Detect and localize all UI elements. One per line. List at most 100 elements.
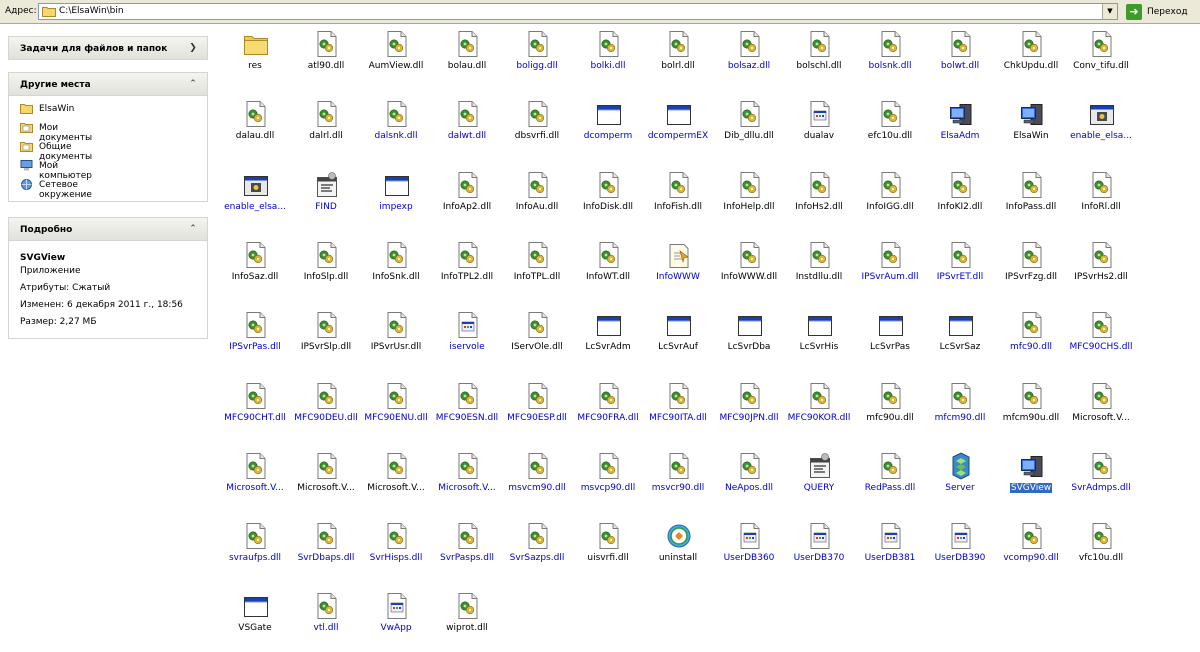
file-item[interactable]: UserDB381 xyxy=(855,520,925,582)
file-item[interactable]: dualav xyxy=(784,98,854,160)
file-item[interactable]: enable_elsa... xyxy=(220,169,290,231)
file-item[interactable]: MFC90FRA.dll xyxy=(573,380,643,442)
file-item[interactable]: atl90.dll xyxy=(291,28,361,90)
file-item[interactable]: ElsaWin xyxy=(996,98,1066,160)
file-item[interactable]: VSGate xyxy=(220,590,290,652)
file-item[interactable]: VwApp xyxy=(361,590,431,652)
file-item[interactable]: wiprot.dll xyxy=(432,590,502,652)
file-item[interactable]: Microsoft.V... xyxy=(1066,380,1136,442)
file-item[interactable]: SvrHisps.dll xyxy=(361,520,431,582)
file-item[interactable]: dalsnk.dll xyxy=(361,98,431,160)
file-item[interactable]: boligg.dll xyxy=(502,28,572,90)
file-item[interactable]: LcSvrDba xyxy=(714,309,784,371)
file-item[interactable]: IPSvrAum.dll xyxy=(855,239,925,301)
file-item[interactable]: InfoWWW xyxy=(643,239,713,301)
file-item[interactable]: Conv_tifu.dll xyxy=(1066,28,1136,90)
file-item[interactable]: InfoHelp.dll xyxy=(714,169,784,231)
file-item[interactable]: vfc10u.dll xyxy=(1066,520,1136,582)
file-item[interactable]: RedPass.dll xyxy=(855,450,925,512)
collapse-chevron-icon[interactable]: ⌃ xyxy=(187,223,199,235)
address-input[interactable]: C:\ElsaWin\bin ▼ xyxy=(38,3,1118,20)
file-item[interactable]: InfoPass.dll xyxy=(996,169,1066,231)
file-item[interactable]: impexp xyxy=(361,169,431,231)
file-item[interactable]: MFC90CHT.dll xyxy=(220,380,290,442)
file-item[interactable]: MFC90ESP.dll xyxy=(502,380,572,442)
file-item[interactable]: LcSvrHis xyxy=(784,309,854,371)
file-item[interactable]: QUERY xyxy=(784,450,854,512)
file-item[interactable]: mfcm90u.dll xyxy=(996,380,1066,442)
file-item[interactable]: vtl.dll xyxy=(291,590,361,652)
file-item[interactable]: msvcr90.dll xyxy=(643,450,713,512)
file-item[interactable]: uninstall xyxy=(643,520,713,582)
file-item[interactable]: bolwt.dll xyxy=(925,28,995,90)
collapse-chevron-icon[interactable]: ⌃ xyxy=(187,78,199,90)
file-item[interactable]: bolschl.dll xyxy=(784,28,854,90)
file-item[interactable]: bolrl.dll xyxy=(643,28,713,90)
file-item[interactable]: MFC90KOR.dll xyxy=(784,380,854,442)
file-item[interactable]: MFC90ESN.dll xyxy=(432,380,502,442)
file-item[interactable]: res xyxy=(220,28,290,90)
file-item[interactable]: enable_elsa... xyxy=(1066,98,1136,160)
file-item[interactable]: mfc90.dll xyxy=(996,309,1066,371)
file-item[interactable]: LcSvrSaz xyxy=(925,309,995,371)
file-item[interactable]: InfoDisk.dll xyxy=(573,169,643,231)
file-item[interactable]: UserDB370 xyxy=(784,520,854,582)
file-item[interactable]: msvcm90.dll xyxy=(502,450,572,512)
file-item[interactable]: UserDB390 xyxy=(925,520,995,582)
expand-chevron-icon[interactable]: ❯ xyxy=(187,42,199,54)
file-item[interactable]: LcSvrPas xyxy=(855,309,925,371)
file-item[interactable]: ElsaAdm xyxy=(925,98,995,160)
file-item[interactable]: NeApos.dll xyxy=(714,450,784,512)
file-item[interactable]: dcomperm xyxy=(573,98,643,160)
file-item[interactable]: InfoIGG.dll xyxy=(855,169,925,231)
file-item[interactable]: InfoSaz.dll xyxy=(220,239,290,301)
file-item[interactable]: IPSvrET.dll xyxy=(925,239,995,301)
file-item[interactable]: InfoSlp.dll xyxy=(291,239,361,301)
file-item[interactable]: InfoSnk.dll xyxy=(361,239,431,301)
file-item[interactable]: MFC90CHS.dll xyxy=(1066,309,1136,371)
file-item[interactable]: bolsaz.dll xyxy=(714,28,784,90)
file-item[interactable]: Microsoft.V... xyxy=(220,450,290,512)
file-item[interactable]: efc10u.dll xyxy=(855,98,925,160)
file-item[interactable]: uisvrfi.dll xyxy=(573,520,643,582)
file-item[interactable]: Instdllu.dll xyxy=(784,239,854,301)
go-button[interactable]: ➜ Переход xyxy=(1126,4,1198,20)
file-item[interactable]: Server xyxy=(925,450,995,512)
file-item[interactable]: MFC90DEU.dll xyxy=(291,380,361,442)
file-item[interactable]: ChkUpdu.dll xyxy=(996,28,1066,90)
file-item[interactable]: dcompermEX xyxy=(643,98,713,160)
file-item[interactable]: IPSvrSlp.dll xyxy=(291,309,361,371)
file-item[interactable]: InfoAp2.dll xyxy=(432,169,502,231)
file-item[interactable]: dalrl.dll xyxy=(291,98,361,160)
details-header[interactable]: Подробно ⌃ xyxy=(8,217,208,241)
file-item[interactable]: SvrDbaps.dll xyxy=(291,520,361,582)
file-item[interactable]: dalau.dll xyxy=(220,98,290,160)
file-item[interactable]: dbsvrfi.dll xyxy=(502,98,572,160)
file-item[interactable]: SvrAdmps.dll xyxy=(1066,450,1136,512)
file-item[interactable]: MFC90JPN.dll xyxy=(714,380,784,442)
file-item[interactable]: IPSvrUsr.dll xyxy=(361,309,431,371)
file-item[interactable]: LcSvrAdm xyxy=(573,309,643,371)
file-item[interactable]: InfoFish.dll xyxy=(643,169,713,231)
file-tasks-header[interactable]: Задачи для файлов и папок ❯ xyxy=(8,36,208,60)
file-item[interactable]: vcomp90.dll xyxy=(996,520,1066,582)
file-item[interactable]: SvrSazps.dll xyxy=(502,520,572,582)
file-item[interactable]: InfoTPL2.dll xyxy=(432,239,502,301)
file-item[interactable]: InfoHs2.dll xyxy=(784,169,854,231)
other-places-header[interactable]: Другие места ⌃ xyxy=(8,72,208,96)
chevron-down-icon[interactable]: ▼ xyxy=(1102,4,1117,19)
file-item[interactable]: InfoTPL.dll xyxy=(502,239,572,301)
file-item[interactable]: bolki.dll xyxy=(573,28,643,90)
file-item[interactable]: LcSvrAuf xyxy=(643,309,713,371)
file-item[interactable]: AumView.dll xyxy=(361,28,431,90)
file-item[interactable]: InfoKI2.dll xyxy=(925,169,995,231)
file-item[interactable]: SvrPasps.dll xyxy=(432,520,502,582)
file-item[interactable]: dalwt.dll xyxy=(432,98,502,160)
file-item[interactable]: IPSvrHs2.dll xyxy=(1066,239,1136,301)
file-item[interactable]: IPSvrFzg.dll xyxy=(996,239,1066,301)
file-item[interactable]: UserDB360 xyxy=(714,520,784,582)
file-item[interactable]: bolau.dll xyxy=(432,28,502,90)
file-item[interactable]: Microsoft.V... xyxy=(361,450,431,512)
file-item[interactable]: mfcm90.dll xyxy=(925,380,995,442)
file-item[interactable]: Dib_dllu.dll xyxy=(714,98,784,160)
